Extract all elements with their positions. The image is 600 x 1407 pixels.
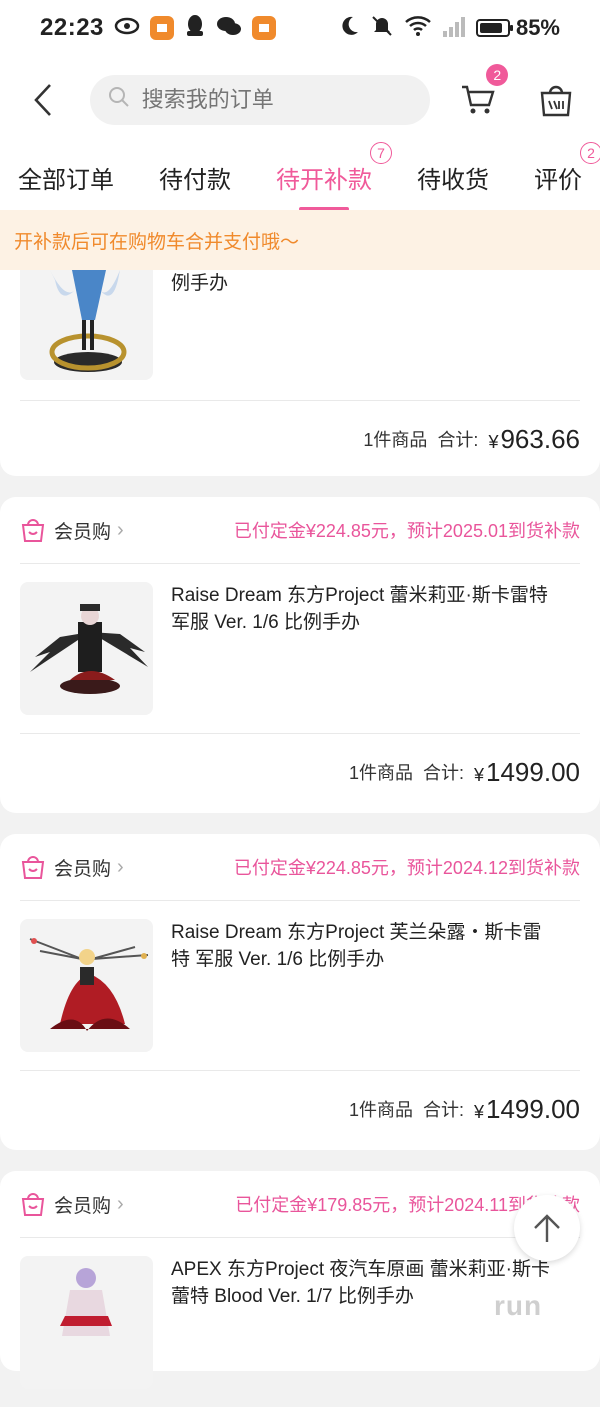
product-title[interactable]: 例手办	[171, 270, 556, 380]
notice-banner: 开补款后可在购物车合并支付哦～	[0, 210, 600, 270]
price-value: 1499.00	[486, 756, 580, 787]
total-label: 合计:	[437, 430, 479, 450]
search-input[interactable]	[139, 86, 404, 114]
shopping-bag-icon	[21, 1193, 45, 1216]
order-product[interactable]: Raise Dream 东方Project 蕾米莉亚·斯卡雷特 军服 Ver. …	[0, 564, 600, 733]
member-label: 会员购	[54, 521, 112, 543]
wifi-icon	[404, 15, 432, 42]
item-count: 1件商品	[348, 763, 413, 783]
signal-icon	[442, 15, 466, 42]
order-header: 会员购 › 已付定金¥224.85元，预计2024.12到货补款	[0, 834, 600, 900]
price-value: 1499.00	[486, 1093, 580, 1124]
app-notification-icon-2	[251, 16, 276, 40]
order-header: 会员购 › 已付定金¥179.85元，预计2024.11到货补款	[0, 1171, 600, 1237]
deposit-status: 已付定金¥224.85元，预计2025.01到货补款	[233, 521, 580, 541]
qq-icon	[184, 14, 206, 43]
arrow-up-icon	[534, 1214, 560, 1242]
order-product[interactable]: Raise Dream 东方Project 芙兰朵露・斯卡雷特 军服 Ver. …	[0, 901, 600, 1070]
price-value: 963.66	[500, 423, 580, 454]
item-count: 1件商品	[348, 1100, 413, 1120]
tab-pending-receipt[interactable]: 待收货	[413, 150, 493, 205]
cart-icon	[462, 85, 495, 114]
app-notification-icon	[149, 16, 174, 40]
battery-icon	[475, 19, 513, 37]
order-card[interactable]: 例手办 1件商品 合计: ¥963.66	[0, 270, 600, 476]
total-label: 合计:	[422, 1100, 464, 1120]
order-summary: 1件商品 合计: ¥1499.00	[0, 734, 600, 810]
shopping-bag-icon	[540, 85, 572, 117]
product-image[interactable]	[20, 919, 153, 1052]
cart-button[interactable]: 2	[452, 64, 509, 126]
order-product[interactable]: APEX 东方Project 夜汽车原画 蕾米莉亚·斯卡蕾特 Blood Ver…	[0, 1238, 600, 1407]
header: 2	[0, 56, 600, 144]
order-product[interactable]: 例手办	[0, 270, 600, 400]
item-count: 1件商品	[363, 430, 428, 450]
product-title[interactable]: APEX 东方Project 夜汽车原画 蕾米莉亚·斯卡蕾特 Blood Ver…	[171, 1256, 556, 1389]
tab-all-orders[interactable]: 全部订单	[14, 150, 118, 205]
shopping-bag-button[interactable]	[530, 74, 582, 126]
chevron-right-icon: ›	[117, 1192, 124, 1215]
wechat-icon	[216, 15, 242, 42]
order-total: ¥1499.00	[474, 1094, 580, 1125]
chevron-left-icon	[34, 84, 51, 116]
tab-label: 待付款	[159, 166, 231, 194]
eye-icon	[114, 16, 140, 41]
search-bar[interactable]	[89, 75, 431, 125]
shopping-bag-icon	[21, 519, 45, 542]
battery-percent: 85%	[515, 15, 560, 40]
order-card[interactable]: 会员购 › 已付定金¥224.85元，预计2025.01到货补款 Raise D…	[0, 497, 600, 813]
order-card[interactable]: 会员购 › 已付定金¥224.85元，预计2024.12到货补款 Raise D…	[0, 834, 600, 1150]
tab-pending-balance[interactable]: 待开补款 7	[272, 141, 392, 211]
order-card[interactable]: 会员购 › 已付定金¥179.85元，预计2024.11到货补款 APEX 东方…	[0, 1171, 600, 1389]
order-tabs: 全部订单 待付款 待开补款 7 待收货 评价 2	[0, 141, 600, 211]
battery-indicator: 85%	[475, 15, 560, 41]
order-header: 会员购 › 已付定金¥224.85元，预计2025.01到货补款	[0, 497, 600, 563]
mute-bell-icon	[370, 14, 394, 43]
tab-label: 待收货	[417, 166, 489, 194]
tab-badge: 2	[580, 141, 600, 164]
tab-label: 全部订单	[18, 166, 114, 194]
tab-badge: 7	[370, 141, 392, 164]
tab-review[interactable]: 评价 2	[530, 141, 600, 205]
member-shop-link[interactable]: 会员购 ›	[20, 854, 124, 881]
member-label: 会员购	[54, 1195, 112, 1217]
currency-symbol: ¥	[488, 431, 499, 452]
tab-pending-payment[interactable]: 待付款	[155, 150, 235, 205]
product-title[interactable]: Raise Dream 东方Project 芙兰朵露・斯卡雷特 军服 Ver. …	[171, 919, 556, 1052]
order-summary: 1件商品 合计: ¥1499.00	[0, 1071, 600, 1147]
total-label: 合计:	[422, 763, 464, 783]
deposit-status: 已付定金¥224.85元，预计2024.12到货补款	[233, 858, 580, 878]
currency-symbol: ¥	[474, 764, 485, 785]
product-image[interactable]	[20, 1256, 153, 1389]
cart-badge: 2	[486, 64, 509, 86]
member-shop-link[interactable]: 会员购 ›	[20, 1191, 124, 1218]
search-icon	[108, 86, 130, 114]
tab-label: 评价	[534, 166, 582, 194]
currency-symbol: ¥	[474, 1101, 485, 1122]
status-time: 22:23	[40, 14, 104, 41]
product-image[interactable]	[20, 270, 153, 380]
status-bar: 22:23 85%	[0, 0, 600, 56]
back-button[interactable]	[18, 75, 68, 125]
tab-label: 待开补款	[276, 166, 372, 194]
product-image[interactable]	[20, 582, 153, 715]
order-total: ¥1499.00	[474, 757, 580, 788]
shopping-bag-icon	[21, 856, 45, 879]
chevron-right-icon: ›	[117, 855, 124, 878]
moon-icon	[338, 15, 360, 42]
order-total: ¥963.66	[488, 424, 580, 455]
order-summary: 1件商品 合计: ¥963.66	[0, 401, 600, 477]
member-label: 会员购	[54, 858, 112, 880]
member-shop-link[interactable]: 会员购 ›	[20, 517, 124, 544]
back-to-top-button[interactable]	[514, 1195, 580, 1261]
chevron-right-icon: ›	[117, 518, 124, 541]
product-title[interactable]: Raise Dream 东方Project 蕾米莉亚·斯卡雷特 军服 Ver. …	[171, 582, 556, 715]
watermark-logo: run	[494, 1290, 543, 1321]
